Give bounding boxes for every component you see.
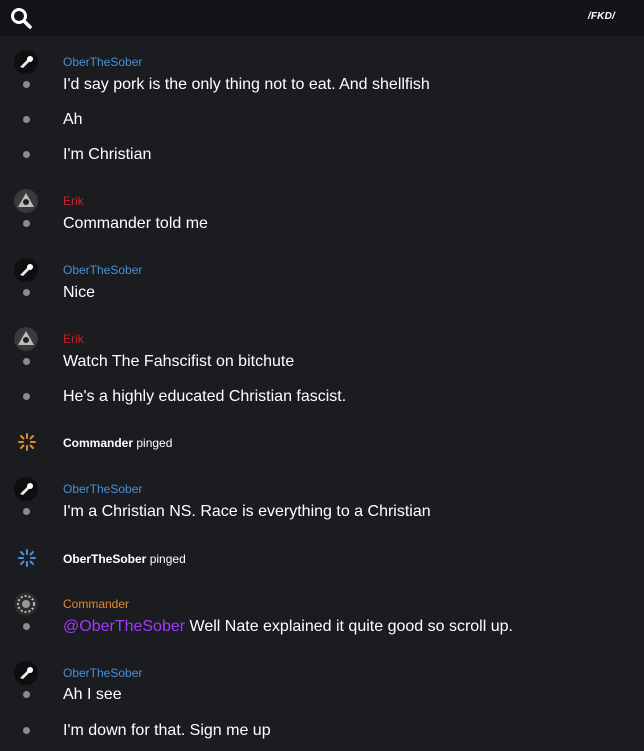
message-bullet [23,691,30,698]
message-text: Watch The Fahscifist on bitchute [63,353,295,370]
ping-verb: pinged [149,552,186,566]
message-text: Nice [63,284,96,301]
avatar-oberthesober[interactable] [14,477,38,501]
ping-verb: pinged [136,436,173,450]
top-bar: /FKD/ [0,0,644,36]
ping-user[interactable]: Commander [63,436,133,450]
message-author[interactable]: Erik [63,194,84,208]
ping-notice: Commander pinged [63,436,172,450]
message-bullet [23,623,30,630]
message-bullet [23,151,30,158]
message-bullet [23,220,30,227]
message-text: Commander told me [63,215,208,232]
avatar-erik[interactable] [14,327,38,351]
avatar-oberthesober[interactable] [14,50,38,74]
message-bullet [23,358,30,365]
message-text: Ah I see [63,686,122,703]
message-text: I'm Christian [63,146,152,163]
ping-icon [18,433,36,451]
avatar-oberthesober[interactable] [14,258,38,282]
message-text: He's a highly educated Christian fascist… [63,388,347,405]
message-author[interactable]: Commander [63,597,129,611]
message-text: Ah [63,111,83,128]
message-bullet [23,393,30,400]
message-text: @OberTheSober Well Nate explained it qui… [63,618,513,636]
message-text: I'd say pork is the only thing not to ea… [63,76,430,93]
message-bullet [23,508,30,515]
avatar-commander[interactable] [14,592,38,616]
ping-notice: OberTheSober pinged [63,552,186,566]
user-mention[interactable]: @OberTheSober [63,618,185,635]
message-text: I'm a Christian NS. Race is everything t… [63,503,431,520]
search-icon[interactable] [9,6,33,30]
message-feed: OberTheSober I'd say pork is the only th… [0,36,644,751]
avatar-oberthesober[interactable] [14,661,38,685]
message-author[interactable]: OberTheSober [63,666,142,680]
message-author[interactable]: OberTheSober [63,55,142,69]
message-bullet [23,81,30,88]
message-body: Well Nate explained it quite good so scr… [185,618,513,635]
ping-icon [18,549,36,567]
message-author[interactable]: OberTheSober [63,482,142,496]
message-text: I'm down for that. Sign me up [63,722,271,739]
message-author[interactable]: Erik [63,332,84,346]
message-bullet [23,289,30,296]
message-author[interactable]: OberTheSober [63,263,142,277]
message-bullet [23,727,30,734]
ping-user[interactable]: OberTheSober [63,552,146,566]
channel-name[interactable]: /FKD/ [588,11,615,22]
message-bullet [23,116,30,123]
avatar-erik[interactable] [14,189,38,213]
